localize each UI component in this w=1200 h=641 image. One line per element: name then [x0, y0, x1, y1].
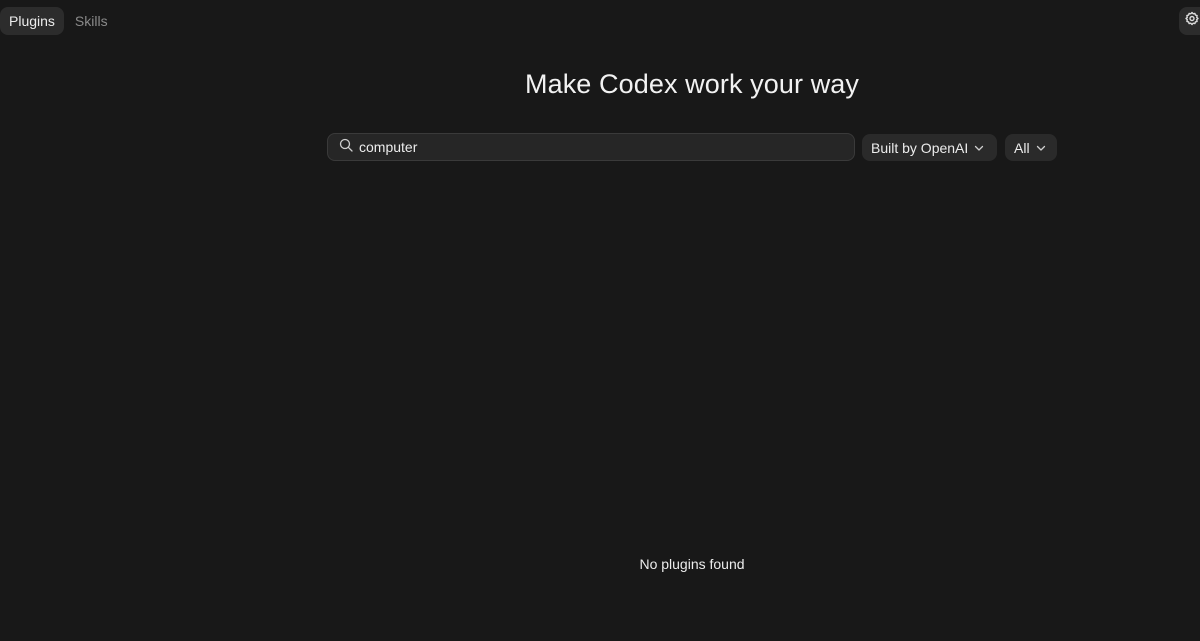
page-title: Make Codex work your way: [524, 69, 860, 99]
search-field[interactable]: [327, 133, 855, 161]
search-icon: [339, 138, 353, 157]
builder-filter-dropdown[interactable]: Built by OpenAI: [862, 134, 997, 161]
search-input[interactable]: [359, 134, 839, 160]
chevron-down-icon: [974, 140, 984, 156]
settings-button[interactable]: [1179, 7, 1200, 35]
plugins-page: Plugins Skills Make Codex work your way …: [0, 0, 1200, 641]
tab-bar: Plugins Skills: [0, 7, 117, 35]
builder-filter-label: Built by OpenAI: [871, 139, 969, 156]
empty-state-message: No plugins found: [639, 556, 745, 572]
tab-skills[interactable]: Skills: [66, 7, 117, 35]
chevron-down-icon: [1036, 140, 1046, 156]
tab-plugins[interactable]: Plugins: [0, 7, 64, 35]
category-filter-dropdown[interactable]: All: [1005, 134, 1057, 161]
category-filter-label: All: [1014, 139, 1030, 156]
gear-icon: [1184, 11, 1200, 32]
